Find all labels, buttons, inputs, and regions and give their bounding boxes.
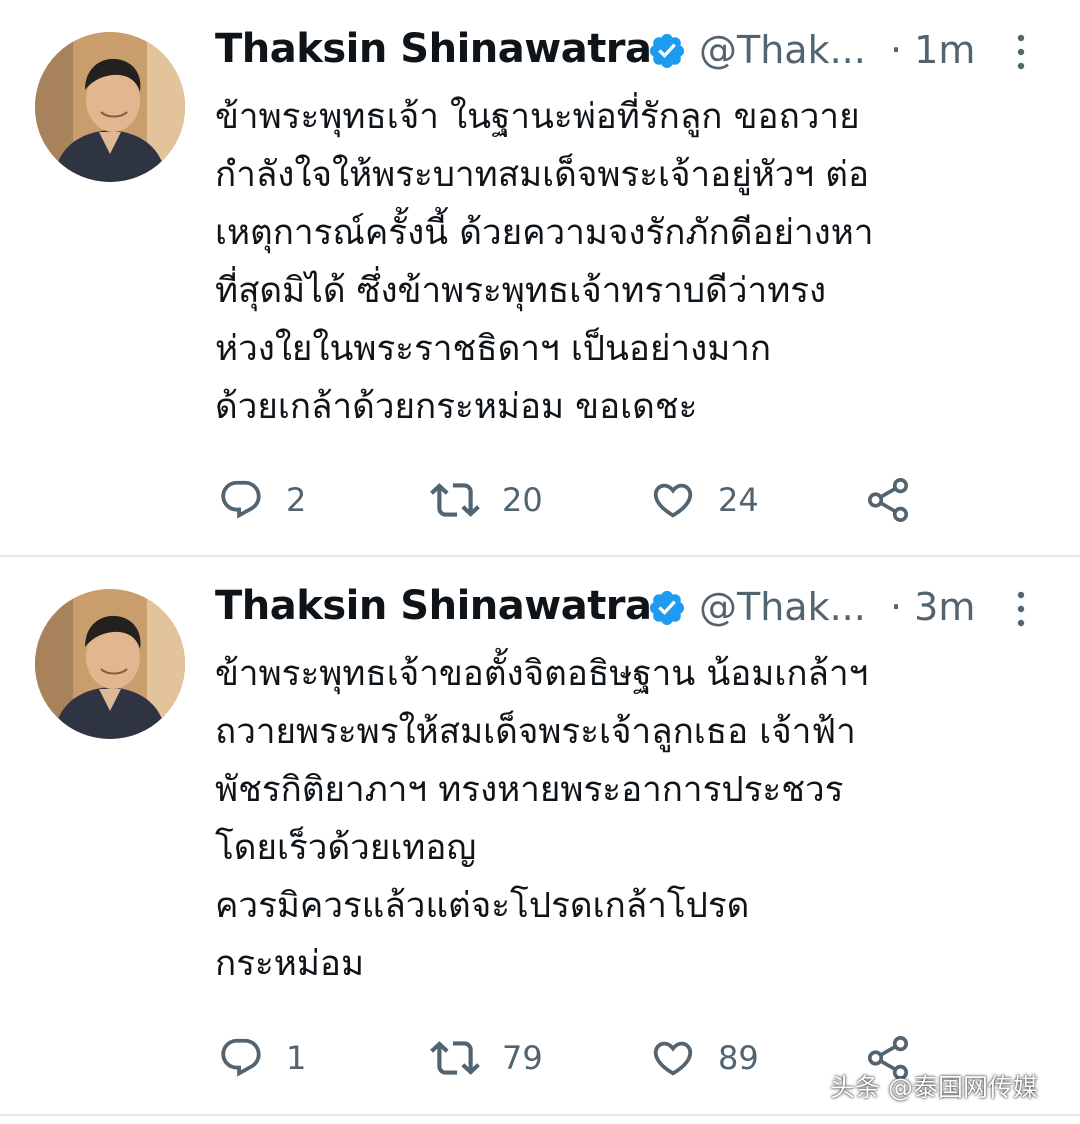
reply-icon <box>221 480 261 519</box>
verified-badge-icon <box>649 590 685 626</box>
tweet-text-line: พัชรกิติยาภาฯ ทรงหายพระอาการประชวร <box>215 770 844 810</box>
user-handle[interactable]: @Thak... <box>699 28 866 72</box>
more-options-icon[interactable] <box>1011 30 1031 74</box>
avatar[interactable] <box>35 32 185 182</box>
retweet-count: 20 <box>502 481 543 519</box>
retweet-count: 79 <box>502 1039 543 1077</box>
tweet-actions: 2 20 24 <box>215 470 975 530</box>
like-count: 24 <box>718 481 759 519</box>
tweet[interactable]: Thaksin Shinawatra @Thak... · 3m ข้าพระพ… <box>0 557 1080 1115</box>
display-name[interactable]: Thaksin Shinawatra <box>215 583 652 629</box>
tweet-text-line: กำลังใจให้พระบาทสมเด็จพระเจ้าอยู่หัวฯ ต่… <box>215 155 869 195</box>
tweet-text-line: ถวายพระพรให้สมเด็จพระเจ้าลูกเธอ เจ้าฟ้า <box>215 712 856 752</box>
retweet-button[interactable]: 20 <box>430 470 543 530</box>
user-handle[interactable]: @Thak... <box>699 585 866 629</box>
tweet-text-line: ที่สุดมิได้ ซึ่งข้าพระพุทธเจ้าทราบดีว่าท… <box>215 271 827 311</box>
tweet-header: Thaksin Shinawatra @Thak... · 1m <box>215 22 1045 82</box>
retweet-button[interactable]: 79 <box>430 1028 543 1088</box>
like-count: 89 <box>718 1039 759 1077</box>
verified-badge-icon <box>649 33 685 69</box>
source-watermark: 头条 @泰国网传媒 <box>830 1073 1038 1102</box>
tweet-text: ข้าพระพุทธเจ้า ในฐานะพ่อที่รักลูก ขอถวาย… <box>215 88 1045 436</box>
tweet-timestamp[interactable]: · 1m <box>890 28 975 72</box>
tweet-text-line: เหตุการณ์ครั้งนี้ ด้วยความจงรักภักดีอย่า… <box>215 213 874 253</box>
like-icon <box>653 483 693 518</box>
share-button[interactable] <box>865 470 911 530</box>
more-options-icon[interactable] <box>1011 587 1031 631</box>
like-icon <box>653 1041 693 1076</box>
like-button[interactable]: 89 <box>650 1028 759 1088</box>
tweet[interactable]: Thaksin Shinawatra @Thak... · 1m ข้าพระพ… <box>0 0 1080 555</box>
reply-count: 1 <box>286 1039 307 1077</box>
retweet-icon <box>430 483 480 517</box>
display-name[interactable]: Thaksin Shinawatra <box>215 26 652 72</box>
reply-count: 2 <box>286 481 307 519</box>
tweet-text-line: โดยเร็วด้วยเทอญ <box>215 828 477 868</box>
tweet-text-line: ด้วยเกล้าด้วยกระหม่อม ขอเดชะ <box>215 387 698 427</box>
like-button[interactable]: 24 <box>650 470 759 530</box>
retweet-icon <box>430 1041 480 1075</box>
tweet-text-line: ข้าพระพุทธเจ้าขอตั้งจิตอธิษฐาน น้อมเกล้า… <box>215 654 869 694</box>
tweet-text-line: ข้าพระพุทธเจ้า ในฐานะพ่อที่รักลูก ขอถวาย <box>215 97 860 137</box>
reply-icon <box>221 1038 261 1077</box>
tweet-header: Thaksin Shinawatra @Thak... · 3m <box>215 579 1045 639</box>
tweet-timestamp[interactable]: · 3m <box>890 585 975 629</box>
tweet-text-line: กระหม่อม <box>215 944 365 984</box>
avatar[interactable] <box>35 589 185 739</box>
tweet-text: ข้าพระพุทธเจ้าขอตั้งจิตอธิษฐาน น้อมเกล้า… <box>215 645 1045 993</box>
tweet-text-line: ห่วงใยในพระราชธิดาฯ เป็นอย่างมาก <box>215 329 772 369</box>
tweet-divider <box>0 1114 1080 1116</box>
tweet-text-line: ควรมิควรแล้วแต่จะโปรดเกล้าโปรด <box>215 886 750 926</box>
share-icon <box>867 478 909 522</box>
reply-button[interactable]: 2 <box>218 470 306 530</box>
reply-button[interactable]: 1 <box>218 1028 306 1088</box>
